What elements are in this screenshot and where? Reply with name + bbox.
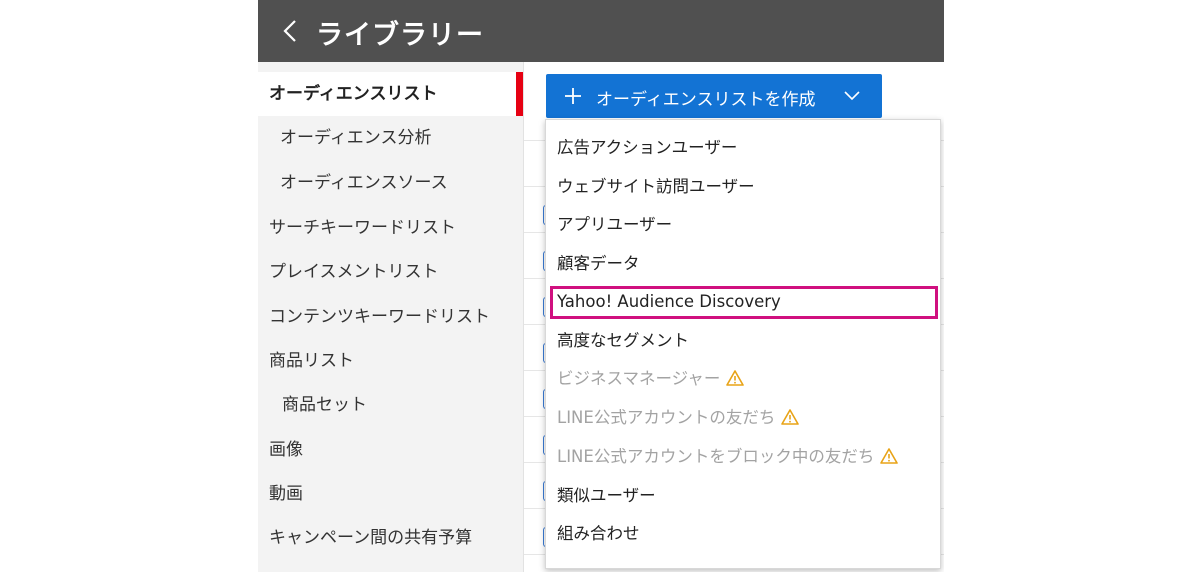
menu-item-label: ビジネスマネージャー [557,369,721,388]
sidebar-item-label: オーディエンスソース [280,173,448,193]
sidebar-item-product-list[interactable]: 商品リスト [258,339,523,383]
sidebar-item-images[interactable]: 画像 [258,428,523,472]
menu-item-app-users[interactable]: アプリユーザー [546,206,940,244]
menu-item-business-manager[interactable]: ビジネスマネージャー [546,360,940,398]
menu-item-label: LINE公式アカウントの友だち [557,408,776,427]
sidebar-item-search-keyword-list[interactable]: サーチキーワードリスト [258,206,523,250]
menu-item-advanced-segment[interactable]: 高度なセグメント [546,322,940,360]
sidebar-item-placement-list[interactable]: プレイスメントリスト [258,250,523,294]
sidebar-item-audience-source[interactable]: オーディエンスソース [258,161,523,205]
highlight-box [550,286,938,319]
menu-item-customer-data[interactable]: 顧客データ [546,245,940,283]
menu-item-similar-users[interactable]: 類似ユーザー [546,477,940,515]
menu-item-website-visitors[interactable]: ウェブサイト訪問ユーザー [546,168,940,206]
menu-item-label: 高度なセグメント [557,331,689,350]
menu-item-label: 顧客データ [557,254,640,273]
active-indicator [516,72,523,116]
back-chevron-icon[interactable] [278,18,304,44]
sidebar-item-label: 商品リスト [269,351,354,371]
menu-item-label: アプリユーザー [557,215,673,234]
warning-icon [880,448,899,464]
chevron-down-icon [844,91,860,101]
menu-item-line-friends[interactable]: LINE公式アカウントの友だち [546,399,940,437]
sidebar-item-content-keyword-list[interactable]: コンテンツキーワードリスト [258,295,523,339]
menu-item-ad-action-users[interactable]: 広告アクションユーザー [546,129,940,167]
create-button-label: オーディエンスリストを作成 [596,90,816,110]
menu-item-label: 組み合わせ [557,524,640,543]
sidebar-item-label: 動画 [269,484,303,504]
menu-item-line-blocked-friends[interactable]: LINE公式アカウントをブロック中の友だち [546,438,940,476]
sidebar-item-label: コンテンツキーワードリスト [269,307,490,327]
sidebar-item-label: プレイスメントリスト [269,262,439,282]
menu-item-label: 類似ユーザー [557,486,656,505]
warning-icon [781,409,800,425]
menu-item-label: LINE公式アカウントをブロック中の友だち [557,447,875,466]
sidebar-item-label: オーディエンス分析 [280,128,432,148]
menu-item-label: ウェブサイト訪問ユーザー [557,177,755,196]
sidebar-item-label: キャンペーン間の共有予算 [269,528,473,548]
sidebar-item-shared-budget[interactable]: キャンペーン間の共有予算 [258,516,523,560]
sidebar-item-label: オーディエンスリスト [269,84,438,104]
sidebar-item-label: サーチキーワードリスト [269,218,456,238]
menu-item-combination[interactable]: 組み合わせ [546,515,940,553]
page-title: ライブラリー [316,20,484,51]
sidebar-item-label: 画像 [269,440,303,460]
sidebar-item-audience-analysis[interactable]: オーディエンス分析 [258,116,523,160]
sidebar-item-audience-list[interactable]: オーディエンスリスト [258,72,523,116]
page-header: ライブラリー [258,0,944,62]
sidebar-item-label: 商品セット [282,395,367,415]
menu-item-label: 広告アクションユーザー [557,138,738,157]
plus-icon [565,88,581,104]
warning-icon [726,370,745,386]
sidebar-nav: オーディエンスリスト オーディエンス分析 オーディエンスソース サーチキーワード… [258,62,523,572]
sidebar-item-videos[interactable]: 動画 [258,472,523,516]
create-audience-list-button[interactable]: オーディエンスリストを作成 [546,74,882,118]
sidebar-item-product-set[interactable]: 商品セット [258,383,523,427]
app-screen: ライブラリー オーディエンスリスト オーディエンス分析 オーディエンスソース サ… [258,0,944,572]
create-audience-dropdown-menu: 広告アクションユーザー ウェブサイト訪問ユーザー アプリユーザー 顧客データ Y… [545,119,941,569]
